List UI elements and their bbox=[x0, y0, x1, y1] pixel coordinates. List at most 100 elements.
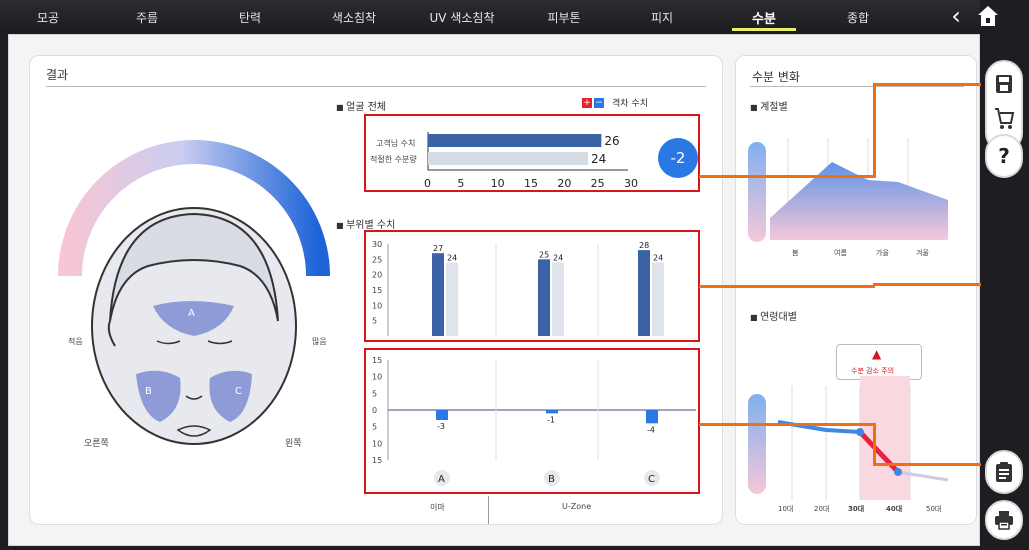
dbar-value-label: -4 bbox=[647, 425, 655, 434]
age-chart bbox=[748, 376, 949, 500]
vbar-customer-bar bbox=[638, 250, 650, 336]
vbar-customer-bar bbox=[538, 259, 550, 336]
face-illustration bbox=[58, 140, 330, 445]
minus-icon: − bbox=[594, 97, 604, 108]
vbar-proper-label: 24 bbox=[553, 253, 563, 262]
season-title: 계절별 bbox=[750, 98, 788, 113]
zone-group-uzone: U-Zone bbox=[562, 502, 592, 511]
vbar-customer-label: 28 bbox=[639, 241, 649, 250]
printer-icon bbox=[995, 511, 1013, 530]
result-title: 결과 bbox=[46, 68, 69, 82]
age-20s: 20대 bbox=[814, 505, 830, 513]
hbar-tick-label: 30 bbox=[624, 177, 638, 190]
right-rail: ? bbox=[980, 34, 1029, 550]
dbar-tick-label: 0 bbox=[372, 406, 377, 415]
tab-overall[interactable]: 종합 bbox=[814, 0, 902, 34]
age-30s: 30대 bbox=[848, 505, 865, 513]
hbar-tick-label: 0 bbox=[424, 177, 431, 190]
gap-legend: + − 격차 수치 bbox=[582, 96, 648, 109]
dbar-zone-label: A bbox=[438, 474, 445, 485]
help-button[interactable]: ? bbox=[985, 134, 1023, 178]
vbar-tick-label: 5 bbox=[372, 317, 377, 326]
vbar-proper-label: 24 bbox=[447, 253, 457, 262]
callout-line-1-v bbox=[873, 83, 876, 178]
hbar-bar bbox=[428, 152, 588, 165]
tab-wrinkles[interactable]: 주름 bbox=[96, 0, 198, 34]
help-icon: ? bbox=[998, 144, 1010, 168]
zone-a-label: A bbox=[188, 308, 195, 319]
tab-skin-tone[interactable]: 피부톤 bbox=[518, 0, 610, 34]
plus-icon: + bbox=[582, 97, 592, 108]
age-50s: 50대 bbox=[926, 505, 942, 513]
callout-line-1 bbox=[699, 175, 875, 178]
gap-legend-label: 격차 수치 bbox=[612, 99, 648, 109]
age-10s: 10대 bbox=[778, 505, 794, 513]
whole-face-chart: 26 24 0 5 10 15 20 25 30 bbox=[424, 132, 638, 190]
dbar-tick-label: 10 bbox=[372, 439, 382, 448]
moisture-change-title: 수분 변화 bbox=[752, 70, 800, 84]
tab-moisture[interactable]: 수분 bbox=[714, 0, 814, 34]
dbar-zone-label: B bbox=[548, 474, 555, 485]
season-chart bbox=[748, 138, 948, 242]
vbar-tick-label: 15 bbox=[372, 286, 382, 295]
hbar-tick-label: 10 bbox=[491, 177, 505, 190]
callout-line-3-v bbox=[873, 423, 876, 465]
vbar-tick-label: 25 bbox=[372, 255, 382, 264]
vbar-customer-label: 27 bbox=[433, 244, 443, 253]
back-icon[interactable]: ‹ bbox=[944, 4, 968, 30]
warning-callout: ▲ 수분 감소 주의 bbox=[836, 344, 922, 380]
hbar-tick-label: 25 bbox=[591, 177, 605, 190]
report-button[interactable] bbox=[985, 450, 1023, 494]
moisture-change-panel: 수분 변화 계절별 봄 여름 가을 겨울 연령대별 bbox=[735, 55, 977, 525]
vbar-tick-label: 20 bbox=[372, 271, 382, 280]
dbar-value-label: -3 bbox=[437, 422, 445, 431]
home-icon[interactable] bbox=[977, 5, 999, 27]
gap-value-badge: -2 bbox=[658, 138, 698, 178]
dbar-bar bbox=[646, 410, 658, 424]
tab-pigmentation[interactable]: 색소침착 bbox=[302, 0, 406, 34]
warning-text: 수분 감소 주의 bbox=[851, 367, 895, 375]
dbar-tick-label: 5 bbox=[372, 389, 377, 398]
dbar-tick-label: 10 bbox=[372, 373, 382, 382]
callout-line-1-h bbox=[873, 83, 981, 86]
callout-line-3 bbox=[699, 423, 875, 426]
vbar-proper-label: 24 bbox=[653, 253, 663, 262]
season-summer: 여름 bbox=[834, 249, 847, 257]
vbar-tick-label: 30 bbox=[372, 240, 382, 249]
whole-face-title: 얼굴 전체 bbox=[336, 98, 386, 113]
tab-sebum[interactable]: 피지 bbox=[610, 0, 714, 34]
zone-group-divider bbox=[488, 496, 489, 524]
customer-value-label: 고객님 수치 bbox=[376, 139, 416, 148]
vbar-proper-bar bbox=[652, 262, 664, 336]
hbar-tick-label: 5 bbox=[457, 177, 464, 190]
clipboard-icon bbox=[996, 462, 1012, 482]
vbar-tick-label: 10 bbox=[372, 301, 382, 310]
result-divider bbox=[46, 86, 706, 87]
warning-icon: ▲ bbox=[872, 347, 882, 361]
zone-b-label: B bbox=[145, 386, 152, 397]
proper-value-label: 적절한 수분량 bbox=[370, 155, 417, 164]
by-zone-chart: 30 25 20 15 10 5 27 25 28 24 24 24 bbox=[372, 240, 664, 336]
scale-high-label: 많음 bbox=[312, 337, 327, 346]
print-button[interactable] bbox=[985, 500, 1023, 540]
age-title: 연령대별 bbox=[750, 308, 797, 323]
season-winter: 겨울 bbox=[916, 249, 929, 257]
season-autumn: 가을 bbox=[876, 249, 889, 257]
tab-elasticity[interactable]: 탄력 bbox=[198, 0, 302, 34]
hbar-bar bbox=[428, 134, 602, 147]
tab-pores[interactable]: 모공 bbox=[0, 0, 96, 34]
dbar-zone-label: C bbox=[648, 474, 655, 485]
top-nav: 모공 주름 탄력 색소침착 UV 색소침착 피부톤 피지 수분 종합 bbox=[0, 0, 980, 34]
by-zone-title: 부위별 수치 bbox=[336, 216, 395, 231]
callout-line-2-h bbox=[873, 283, 981, 286]
tab-uv-pigmentation[interactable]: UV 색소침착 bbox=[406, 0, 518, 34]
difference-chart: 15 10 5 0 5 10 15 -3 -1 -4 A B C bbox=[372, 356, 696, 486]
left-side-label: 왼쪽 bbox=[285, 439, 302, 449]
hbar-value-label: 26 bbox=[604, 134, 619, 148]
scale-low-label: 적음 bbox=[68, 337, 83, 346]
vbar-proper-bar bbox=[446, 262, 458, 336]
vbar-proper-bar bbox=[552, 262, 564, 336]
zone-group-forehead: 이마 bbox=[430, 503, 445, 512]
dbar-tick-label: 15 bbox=[372, 456, 382, 465]
right-side-label: 오른쪽 bbox=[84, 439, 109, 449]
